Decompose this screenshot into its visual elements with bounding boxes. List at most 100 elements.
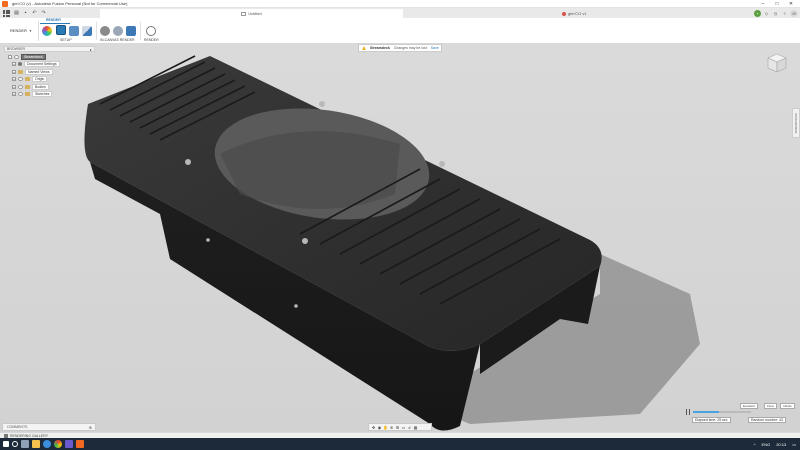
save-icon[interactable]: ▪ (22, 10, 29, 17)
comments-panel[interactable]: COMMENTS ⊕ (2, 423, 96, 431)
search-icon[interactable] (12, 441, 18, 447)
tree-item-label: Named Views (25, 68, 53, 75)
maximize-button[interactable]: □ (770, 1, 784, 7)
zoom-icon[interactable]: ⊕ (389, 425, 394, 430)
notifications-icon[interactable]: ◷ (772, 10, 779, 17)
appearance-icon[interactable] (56, 25, 66, 35)
orbit-icon[interactable]: ✥ (371, 425, 376, 430)
model-canvas[interactable] (0, 44, 800, 436)
fusion-logo-icon (2, 0, 8, 7)
notification-center-icon[interactable]: ▭ (792, 442, 796, 447)
pan-icon[interactable]: ✋ (383, 425, 388, 430)
appearance-side-tab[interactable]: APPEARANCE (792, 108, 800, 138)
language-indicator[interactable]: ENG (762, 442, 771, 447)
divider (96, 22, 97, 40)
expand-icon[interactable]: + (12, 84, 16, 89)
add-comment-icon[interactable]: ⊕ (89, 425, 92, 430)
clock[interactable]: 20:13 (776, 442, 786, 447)
look-at-icon[interactable]: ◉ (377, 425, 382, 430)
undo-icon[interactable]: ↶ (31, 10, 38, 17)
workspace-selector[interactable]: RENDER ▼ (4, 26, 36, 35)
active-tab-underline (40, 23, 70, 24)
tree-item-origin[interactable]: + Origin (8, 76, 68, 84)
setup-group-label[interactable]: SETUP (60, 38, 72, 42)
collapse-icon[interactable]: ▸ (90, 47, 92, 52)
tab-design-label: gim'CO v1 (568, 11, 587, 16)
avatar[interactable]: JY (790, 9, 798, 17)
app-icon[interactable] (65, 440, 73, 448)
fusion-taskbar-icon[interactable] (76, 440, 84, 448)
expand-icon[interactable]: - (8, 54, 12, 59)
file-menu-icon[interactable]: ▤ (13, 10, 20, 17)
display-settings-icon[interactable]: ▭ (401, 425, 406, 430)
viewcube-icon[interactable] (766, 52, 788, 74)
tree-item-named-views[interactable]: + Named Views (8, 68, 68, 76)
tray-chevron-icon[interactable]: ^ (754, 442, 756, 447)
visibility-icon[interactable] (18, 92, 23, 97)
tabstrip-actions: + ◇ ◷ ? JY (754, 9, 798, 17)
close-button[interactable]: ✕ (784, 1, 798, 7)
divider (38, 21, 39, 41)
expand-icon[interactable]: + (12, 69, 16, 74)
browser-icon[interactable] (43, 440, 51, 448)
explorer-icon[interactable] (32, 440, 40, 448)
tree-item-document-settings[interactable]: + Document Settings (8, 61, 68, 69)
expand-icon[interactable]: + (12, 77, 16, 82)
quality-excellent-button[interactable]: Excellent (740, 403, 759, 409)
tree-item-label: Bodies (32, 83, 49, 90)
notification-save-link[interactable]: Save (431, 46, 439, 50)
title-bar: gim'CO (v) - Autodesk Fusion Personal (N… (0, 0, 800, 8)
gallery-icon (4, 433, 8, 438)
extensions-icon[interactable]: ◇ (763, 10, 770, 17)
new-tab-icon[interactable]: + (754, 9, 761, 17)
navigation-toolbar: ✥ ◉ ✋ ⊕ ⊞ ▭ # ▦ (368, 423, 432, 431)
tree-item-bodies[interactable]: + Bodies (8, 83, 68, 91)
chrome-icon[interactable] (54, 440, 62, 448)
tab-untitled[interactable]: Untitled (100, 9, 403, 18)
tree-item-label: Sketches (32, 91, 53, 98)
capture-image-icon[interactable] (126, 26, 136, 36)
render-group-label[interactable]: RENDER (144, 38, 159, 42)
warning-icon (362, 46, 366, 50)
grid-settings-icon[interactable]: # (407, 425, 412, 430)
divider (140, 22, 141, 40)
tab-untitled-label: Untitled (248, 11, 262, 16)
in-canvas-render-icon[interactable] (100, 26, 110, 36)
fit-icon[interactable]: ⊞ (395, 425, 400, 430)
minimize-button[interactable]: – (756, 1, 770, 7)
tree-root[interactable]: - Streamdeck (8, 53, 68, 61)
tab-render[interactable]: RENDER (46, 18, 61, 22)
tree-item-sketches[interactable]: + Sketches (8, 91, 68, 99)
system-tray: ^ ENG 20:13 ▭ (754, 438, 796, 450)
data-panel-grid-icon[interactable] (3, 9, 11, 17)
task-view-icon[interactable] (21, 440, 29, 448)
quality-final-button[interactable]: Final (764, 403, 777, 409)
scene-settings-icon[interactable] (42, 26, 52, 36)
help-icon[interactable]: ? (781, 10, 788, 17)
visibility-icon[interactable] (18, 77, 23, 82)
unsaved-notification: Streamdeck Changes may be lost Save (358, 44, 442, 52)
decal-icon[interactable] (82, 26, 92, 36)
render-progress-panel: Excellent Final Infinite Elapsed time: 2… (684, 403, 796, 427)
viewports-icon[interactable]: ▦ (413, 425, 418, 430)
expand-icon[interactable]: + (12, 62, 16, 67)
os-taskbar: ^ ENG 20:13 ▭ (0, 438, 800, 450)
in-canvas-settings-icon[interactable] (113, 26, 123, 36)
texture-map-icon[interactable] (69, 26, 79, 36)
pause-icon[interactable] (686, 409, 690, 415)
start-icon[interactable] (3, 441, 9, 447)
workspace-label: RENDER (10, 28, 27, 33)
visibility-icon[interactable] (14, 54, 19, 59)
redo-icon[interactable]: ↷ (40, 10, 47, 17)
folder-icon (25, 92, 30, 97)
document-icon (241, 11, 247, 16)
tab-design[interactable]: gim'CO v1 (562, 9, 587, 18)
random-number: Random number: 43 (748, 417, 786, 423)
expand-icon[interactable]: + (12, 92, 16, 97)
in-canvas-group-label[interactable]: IN-CANVAS RENDER (100, 38, 135, 42)
rendering-gallery-label: RENDERING GALLERY (10, 433, 49, 438)
browser-header[interactable]: BROWSER ▸ (4, 46, 95, 52)
render-teapot-icon[interactable] (146, 26, 156, 36)
quality-infinite-button[interactable]: Infinite (780, 403, 795, 409)
visibility-icon[interactable] (18, 84, 23, 89)
